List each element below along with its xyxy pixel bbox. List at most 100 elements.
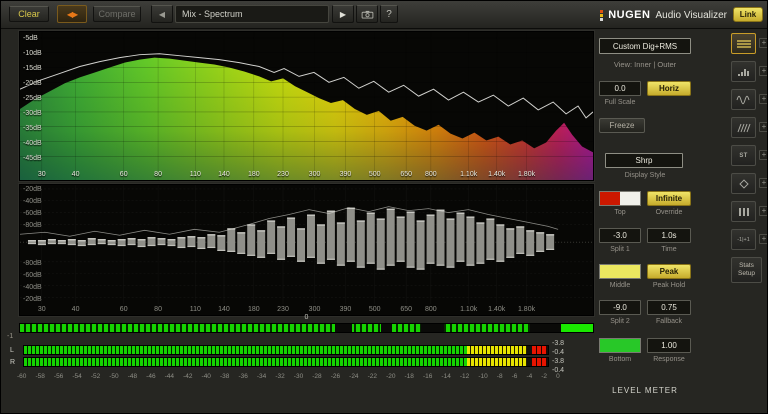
histogram-display[interactable]: -20dB -40dB -60dB -80dB -80dB -60dB -40dB -20dB…	[19, 184, 594, 316]
meter-mode-dropdown[interactable]: Custom Dig+RMS	[599, 38, 691, 54]
freq-axis-label: 180	[247, 306, 260, 313]
db-axis-label: -80dB	[23, 222, 42, 229]
scale-tick-label: -28	[312, 373, 322, 380]
freq-axis-label: 60	[119, 171, 128, 178]
response-label: Response	[653, 356, 685, 363]
view-stereo-button[interactable]: ST	[731, 145, 756, 166]
display-style-label: Display Style	[624, 172, 666, 179]
freq-axis-label: 500	[368, 171, 381, 178]
fallback-input[interactable]: 0.75	[647, 300, 691, 315]
left-rms-readout: -0.4	[552, 349, 565, 356]
spectrogram-hatch-icon	[737, 123, 750, 132]
view-histogram-button[interactable]	[731, 61, 756, 82]
peak-button[interactable]: Peak	[647, 264, 691, 279]
level-meter-left	[23, 345, 549, 355]
middle-color-swatch[interactable]	[599, 264, 641, 279]
view-vectorscope-button[interactable]	[731, 173, 756, 194]
preset-selector[interactable]: Mix - Spectrum	[175, 5, 329, 23]
meter-yellow-zone	[466, 346, 528, 354]
add-view-button[interactable]: +	[759, 178, 767, 188]
freq-axis-label: 1.80k	[517, 306, 536, 313]
db-axis-label: -20dB	[23, 186, 42, 193]
meter-yellow-zone	[466, 358, 528, 366]
scale-tick-label: -8	[496, 373, 503, 380]
db-axis-label: -5dB	[23, 35, 38, 42]
freq-axis-label: 180	[247, 171, 260, 178]
scale-tick-label: -38	[219, 373, 230, 380]
freeze-button[interactable]: Freeze	[599, 118, 645, 133]
view-mode-label[interactable]: View: Inner | Outer	[595, 61, 695, 69]
help-button[interactable]: ?	[380, 5, 398, 23]
freq-axis-label: 140	[218, 306, 230, 313]
toolbar: Clear ◀▶ Compare ◀ Mix - Spectrum ▶ ? NU…	[1, 1, 767, 29]
full-scale-input[interactable]: 0.0	[599, 81, 641, 96]
histogram-bars	[27, 207, 555, 270]
db-axis-label: -40dB	[23, 284, 42, 291]
freq-axis-label: 650	[400, 306, 413, 313]
stereo-st-icon: ST	[739, 152, 748, 159]
split2-input[interactable]: -9.0	[599, 300, 641, 315]
spectrum-display[interactable]: -5dB -10dB -15dB -20dB -25dB -30dB -35dB -40dB -…	[19, 31, 594, 181]
clear-button[interactable]: Clear	[9, 6, 49, 22]
time-label: Time	[661, 246, 677, 253]
correlation-zero-label: 0	[304, 314, 309, 321]
db-axis-label: -40dB	[23, 198, 42, 205]
freq-axis-label: 30	[37, 171, 46, 178]
spectrum-plot	[20, 32, 593, 180]
split1-input[interactable]: -3.0	[599, 228, 641, 243]
add-view-button[interactable]: +	[759, 94, 767, 104]
freq-axis-label: 390	[339, 171, 352, 178]
spectrum-lines-icon	[736, 39, 751, 48]
horiz-button[interactable]: Horiz	[647, 81, 691, 96]
swap-compare-button[interactable]: ◀▶	[57, 5, 87, 23]
nugen-logo: NUGEN Audio Visualizer	[600, 1, 727, 29]
db-axis-label: -20dB	[23, 80, 42, 87]
snapshot-button[interactable]	[356, 5, 378, 23]
swatch-red-half	[600, 192, 620, 205]
response-input[interactable]: 1.00	[647, 338, 691, 353]
time-input[interactable]: 1.0s	[647, 228, 691, 243]
preset-prev-button[interactable]: ◀	[151, 5, 173, 23]
view-waveform-button[interactable]	[731, 89, 756, 110]
meter-red-zone	[532, 346, 547, 354]
fallback-label: Fallback	[655, 318, 683, 325]
view-spectrum-lines-button[interactable]	[731, 33, 756, 54]
freq-axis-label: 110	[189, 306, 201, 313]
freq-axis-label: 110	[189, 171, 201, 178]
scale-tick-label: -14	[441, 373, 451, 380]
add-view-button[interactable]: +	[759, 66, 767, 76]
level-meter-right	[23, 357, 549, 367]
stats-setup-button[interactable]: Stats Setup	[731, 257, 762, 283]
db-axis-label: -20dB	[23, 296, 42, 303]
control-panel: Custom Dig+RMS View: Inner | Outer 0.0 H…	[595, 29, 697, 413]
add-view-button[interactable]: +	[759, 122, 767, 132]
top-color-swatch[interactable]	[599, 191, 641, 206]
link-button[interactable]: Link	[733, 7, 763, 22]
add-view-button[interactable]: +	[759, 38, 767, 48]
add-view-button[interactable]: +	[759, 150, 767, 160]
vectorscope-diamond-icon	[738, 178, 749, 189]
play-button[interactable]: ▶	[332, 5, 354, 23]
scale-tick-label: -2	[541, 373, 548, 380]
infinite-button[interactable]: Infinite	[647, 191, 691, 206]
display-style-dropdown[interactable]: Shrp	[605, 153, 683, 168]
add-view-button[interactable]: +	[759, 234, 767, 244]
freq-axis-label: 40	[71, 171, 80, 178]
scale-tick-label: -44	[164, 373, 175, 380]
view-correlation-button[interactable]: -1|+1	[731, 229, 756, 250]
freq-axis-label: 80	[154, 171, 162, 178]
meter-red-zone	[532, 358, 547, 366]
level-meter-title: LEVEL METER	[612, 386, 678, 395]
compare-button[interactable]: Compare	[93, 6, 141, 22]
view-spectrogram-button[interactable]	[731, 117, 756, 138]
left-peak-readout: -3.8	[552, 340, 565, 347]
db-axis-label: -45dB	[23, 155, 42, 162]
freq-axis-label: 1.10k	[460, 171, 478, 178]
db-axis-label: -25dB	[23, 95, 42, 102]
add-view-button[interactable]: +	[759, 206, 767, 216]
view-level-bars-button[interactable]	[731, 201, 756, 222]
bottom-color-swatch[interactable]	[599, 338, 641, 353]
scale-tick-label: -54	[72, 373, 82, 380]
correlation-gap	[335, 324, 353, 332]
freq-axis-label: 30	[37, 306, 46, 313]
